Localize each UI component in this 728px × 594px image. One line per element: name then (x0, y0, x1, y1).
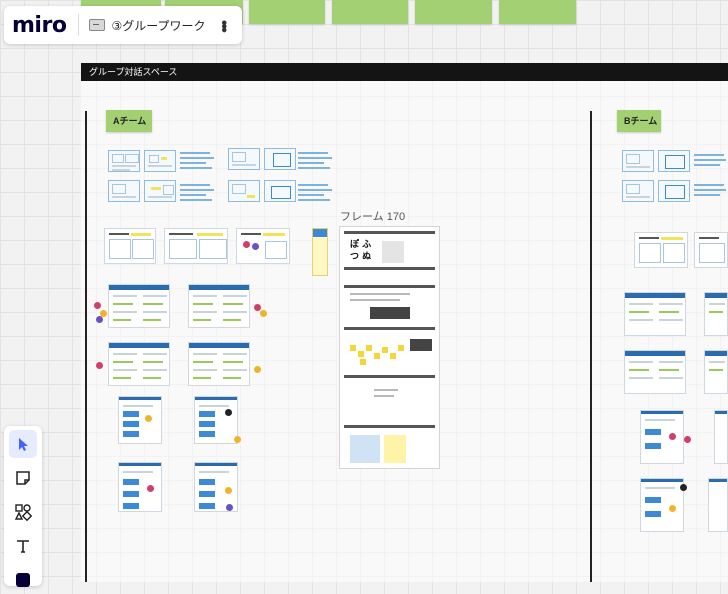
text-list[interactable] (180, 182, 216, 206)
worksheet-thumbnail[interactable] (144, 150, 176, 172)
worksheet-thumbnail[interactable] (264, 180, 296, 202)
worksheet-thumbnail[interactable] (108, 180, 140, 202)
select-tool-button[interactable] (9, 430, 37, 458)
worksheet-thumbnail[interactable] (228, 180, 260, 202)
reaction-sticker[interactable] (234, 436, 241, 443)
worksheet-thumbnail[interactable] (640, 478, 684, 532)
sticky-note-icon (16, 471, 30, 485)
worksheet-thumbnail[interactable] (658, 150, 690, 172)
worksheet-thumbnail[interactable] (624, 350, 686, 394)
text-list[interactable] (298, 150, 334, 174)
shapes-tool-button[interactable] (9, 498, 37, 526)
worksheet-thumbnail[interactable] (108, 342, 170, 386)
team-divider (85, 111, 87, 582)
worksheet-thumbnail[interactable] (694, 232, 728, 268)
miro-logo[interactable]: miro (12, 13, 67, 38)
text-tool-button[interactable] (9, 532, 37, 560)
sticky-note-tool-button[interactable] (9, 464, 37, 492)
worksheet-thumbnail[interactable] (622, 150, 654, 172)
text-list[interactable] (298, 182, 334, 206)
reaction-sticker[interactable] (254, 304, 261, 311)
reaction-sticker[interactable] (96, 362, 103, 369)
worksheet-thumbnail[interactable] (714, 410, 728, 464)
worksheet-thumbnail[interactable] (624, 292, 686, 336)
reaction-sticker[interactable] (226, 504, 233, 511)
team-label-a[interactable]: Aチーム (106, 110, 152, 132)
worksheet-thumbnail[interactable] (194, 396, 238, 444)
worksheet-thumbnail[interactable] (118, 396, 162, 444)
reaction-sticker[interactable] (260, 310, 267, 317)
worksheet-thumbnail[interactable] (704, 292, 728, 336)
section-title[interactable]: グループ対話スペース (81, 63, 728, 81)
worksheet-thumbnail[interactable] (708, 478, 728, 532)
worksheet-thumbnail[interactable] (164, 228, 228, 264)
worksheet-thumbnail[interactable] (118, 462, 162, 512)
worksheet-thumbnail[interactable] (104, 228, 156, 264)
reaction-sticker[interactable] (254, 366, 261, 373)
sticky-note[interactable] (332, 0, 408, 24)
reaction-sticker[interactable] (96, 316, 103, 323)
worksheet-thumbnail[interactable] (634, 232, 688, 268)
reaction-sticker[interactable] (94, 302, 101, 309)
shapes-icon (14, 504, 32, 521)
worksheet-thumbnail[interactable] (704, 350, 728, 394)
header-divider (78, 14, 80, 36)
board-icon (89, 19, 106, 31)
more-menu-icon[interactable]: ••• (214, 20, 232, 31)
sticky-note[interactable] (499, 0, 576, 24)
worksheet-thumbnail[interactable] (228, 148, 260, 170)
text-list[interactable] (694, 152, 728, 176)
frame-glyphs: ぽ ふ つ ぬ (350, 240, 372, 262)
worksheet-thumbnail[interactable] (622, 180, 654, 202)
reaction-sticker[interactable] (680, 484, 687, 491)
worksheet-thumbnail[interactable] (264, 148, 296, 170)
worksheet-thumbnail[interactable] (108, 284, 170, 328)
frame-170[interactable]: ぽ ふ つ ぬ (339, 226, 440, 469)
team-label-b[interactable]: Bチーム (617, 110, 661, 132)
worksheet-thumbnail[interactable] (640, 410, 684, 464)
sticky-note[interactable] (415, 0, 492, 24)
more-tools-icon (16, 573, 30, 587)
cursor-icon (19, 438, 28, 451)
worksheet-thumbnail[interactable] (188, 284, 250, 328)
reaction-sticker[interactable] (684, 436, 691, 443)
text-list[interactable] (694, 182, 728, 206)
text-icon (17, 540, 29, 553)
more-tools-button[interactable] (9, 566, 37, 594)
worksheet-thumbnail[interactable] (658, 180, 690, 202)
team-divider (590, 111, 592, 582)
creation-toolbar (4, 426, 42, 587)
worksheet-thumbnail[interactable] (188, 342, 250, 386)
board-name[interactable]: ③グループワーク (111, 17, 205, 34)
frame-title[interactable]: フレーム 170 (340, 208, 405, 224)
worksheet-thumbnail[interactable] (108, 150, 140, 172)
sticky-note[interactable] (249, 0, 325, 24)
worksheet-thumbnail[interactable] (144, 180, 176, 202)
board-header: miro ③グループワーク ••• (4, 6, 242, 44)
note-strip[interactable] (312, 228, 328, 276)
text-list[interactable] (180, 150, 216, 174)
worksheet-thumbnail[interactable] (236, 228, 290, 264)
